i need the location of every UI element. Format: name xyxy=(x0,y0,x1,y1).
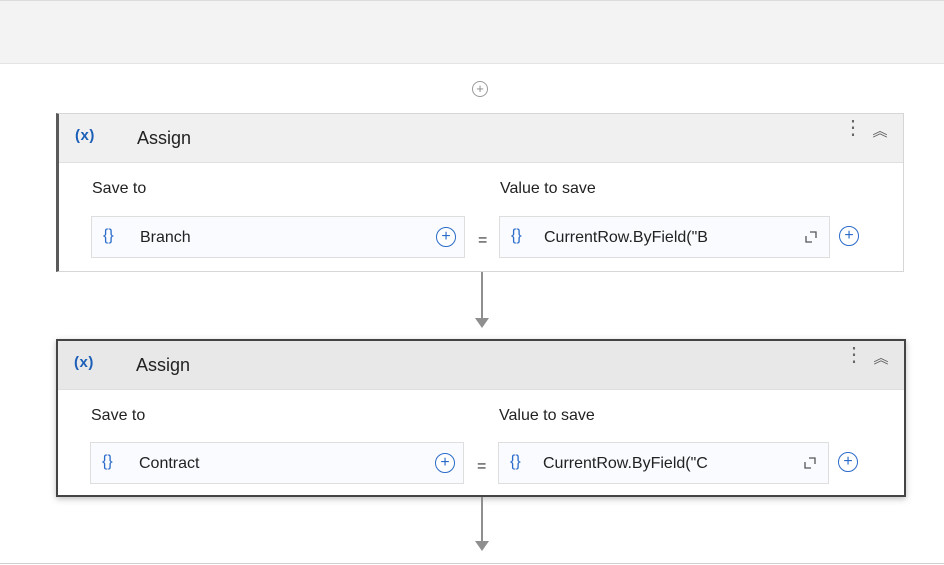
activity-header[interactable]: (x) Assign ⋮ ︽ xyxy=(59,114,903,163)
save-to-value: Branch xyxy=(140,229,191,246)
save-to-field[interactable]: {} Contract + xyxy=(90,442,464,484)
save-to-field[interactable]: {} Branch + xyxy=(91,216,465,258)
brace-icon: {} xyxy=(510,453,521,470)
value-to-save-label: Value to save xyxy=(499,407,595,424)
add-variable-button[interactable]: + xyxy=(435,453,455,473)
brace-icon: {} xyxy=(103,227,114,244)
value-to-save-field[interactable]: {} CurrentRow.ByField("B xyxy=(499,216,830,258)
assign-activity-card-2[interactable]: (x) Assign ⋮ ︽ Save to Value to save {} … xyxy=(56,339,906,497)
activity-title: Assign xyxy=(136,355,191,375)
more-options-icon[interactable]: ⋮ xyxy=(844,345,864,379)
add-variable-button[interactable]: + xyxy=(436,227,456,247)
save-to-label: Save to xyxy=(92,180,147,197)
add-value-button[interactable]: + xyxy=(839,226,859,246)
add-value-button[interactable]: + xyxy=(838,452,858,472)
variable-icon: (x) xyxy=(75,127,95,144)
brace-icon: {} xyxy=(511,227,522,244)
canvas-divider xyxy=(0,563,944,564)
activity-title: Assign xyxy=(137,128,192,148)
collapse-icon[interactable]: ︽ xyxy=(872,351,890,376)
equals-sign: = xyxy=(478,232,488,249)
brace-icon: {} xyxy=(102,453,113,470)
assign-activity-card-1[interactable]: (x) Assign ⋮ ︽ Save to Value to save {} … xyxy=(56,113,904,272)
value-to-save-field[interactable]: {} CurrentRow.ByField("C xyxy=(498,442,829,484)
value-expression: CurrentRow.ByField("B xyxy=(544,229,708,246)
value-to-save-label: Value to save xyxy=(500,180,596,197)
expand-editor-icon[interactable] xyxy=(802,455,818,471)
arrow-down-icon xyxy=(475,318,489,328)
expand-editor-icon[interactable] xyxy=(803,229,819,245)
activity-header[interactable]: (x) Assign ⋮ ︽ xyxy=(58,341,904,390)
more-options-icon[interactable]: ⋮ xyxy=(843,118,863,152)
collapse-icon[interactable]: ︽ xyxy=(871,124,889,149)
arrow-down-icon xyxy=(475,541,489,551)
save-to-value: Contract xyxy=(139,455,200,472)
value-expression: CurrentRow.ByField("C xyxy=(543,455,708,472)
designer-toolbar xyxy=(0,0,944,64)
equals-sign: = xyxy=(477,458,487,475)
sequence-connector xyxy=(481,272,483,320)
save-to-label: Save to xyxy=(91,407,146,424)
sequence-connector xyxy=(481,497,483,543)
variable-icon: (x) xyxy=(74,354,94,371)
add-activity-top-button[interactable]: + xyxy=(472,81,488,97)
